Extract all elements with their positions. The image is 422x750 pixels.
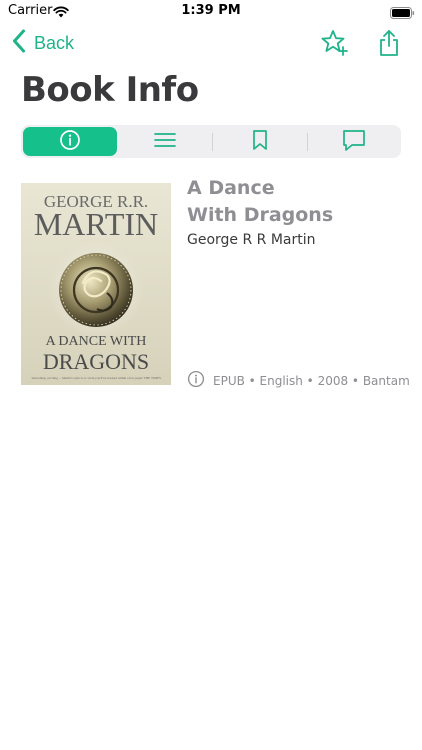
tab-comments[interactable] [308,125,402,158]
battery-icon [390,4,415,19]
book-title-line1: A Dance [187,177,275,199]
back-button[interactable]: Back [12,28,74,58]
bookmark-icon [250,129,270,155]
share-icon [374,30,404,62]
cover-author-line2: MARTIN [34,206,158,242]
book-title: A Dance With Dragons [187,175,402,229]
dragon-emblem [59,253,133,327]
book-cover: GEORGE R.R. MARTIN A DANCE WITH DRAGONS … [21,183,171,385]
book-meta: EPUB • English • 2008 • Bantam [187,370,410,392]
list-icon [153,130,177,154]
cover-title-line2: DRAGONS [43,349,149,374]
chevron-left-icon [12,29,26,57]
share-button[interactable] [374,28,404,58]
page-title: Book Info [21,70,199,110]
info-icon [187,370,205,392]
book-author: George R R Martin [187,232,316,248]
add-favorite-button[interactable] [319,28,349,58]
comment-icon [341,128,367,156]
tab-info[interactable] [23,127,117,156]
book-title-line2: With Dragons [187,204,334,226]
info-icon [59,129,81,155]
book-meta-text: EPUB • English • 2008 • Bantam [213,374,410,388]
star-add-icon [319,30,349,62]
cover-title-line1: A DANCE WITH [46,334,147,349]
info-tabs [21,125,401,158]
back-label: Back [34,32,75,53]
status-time: 1:39 PM [181,3,241,18]
tab-bookmarks[interactable] [213,125,307,158]
navigation-bar: Back [0,22,422,66]
book-info-screen: Carrier 1:39 PM Back Book Info GEORGE R.… [0,0,422,750]
tab-contents[interactable] [119,125,213,158]
status-bar: Carrier 1:39 PM [0,0,422,22]
